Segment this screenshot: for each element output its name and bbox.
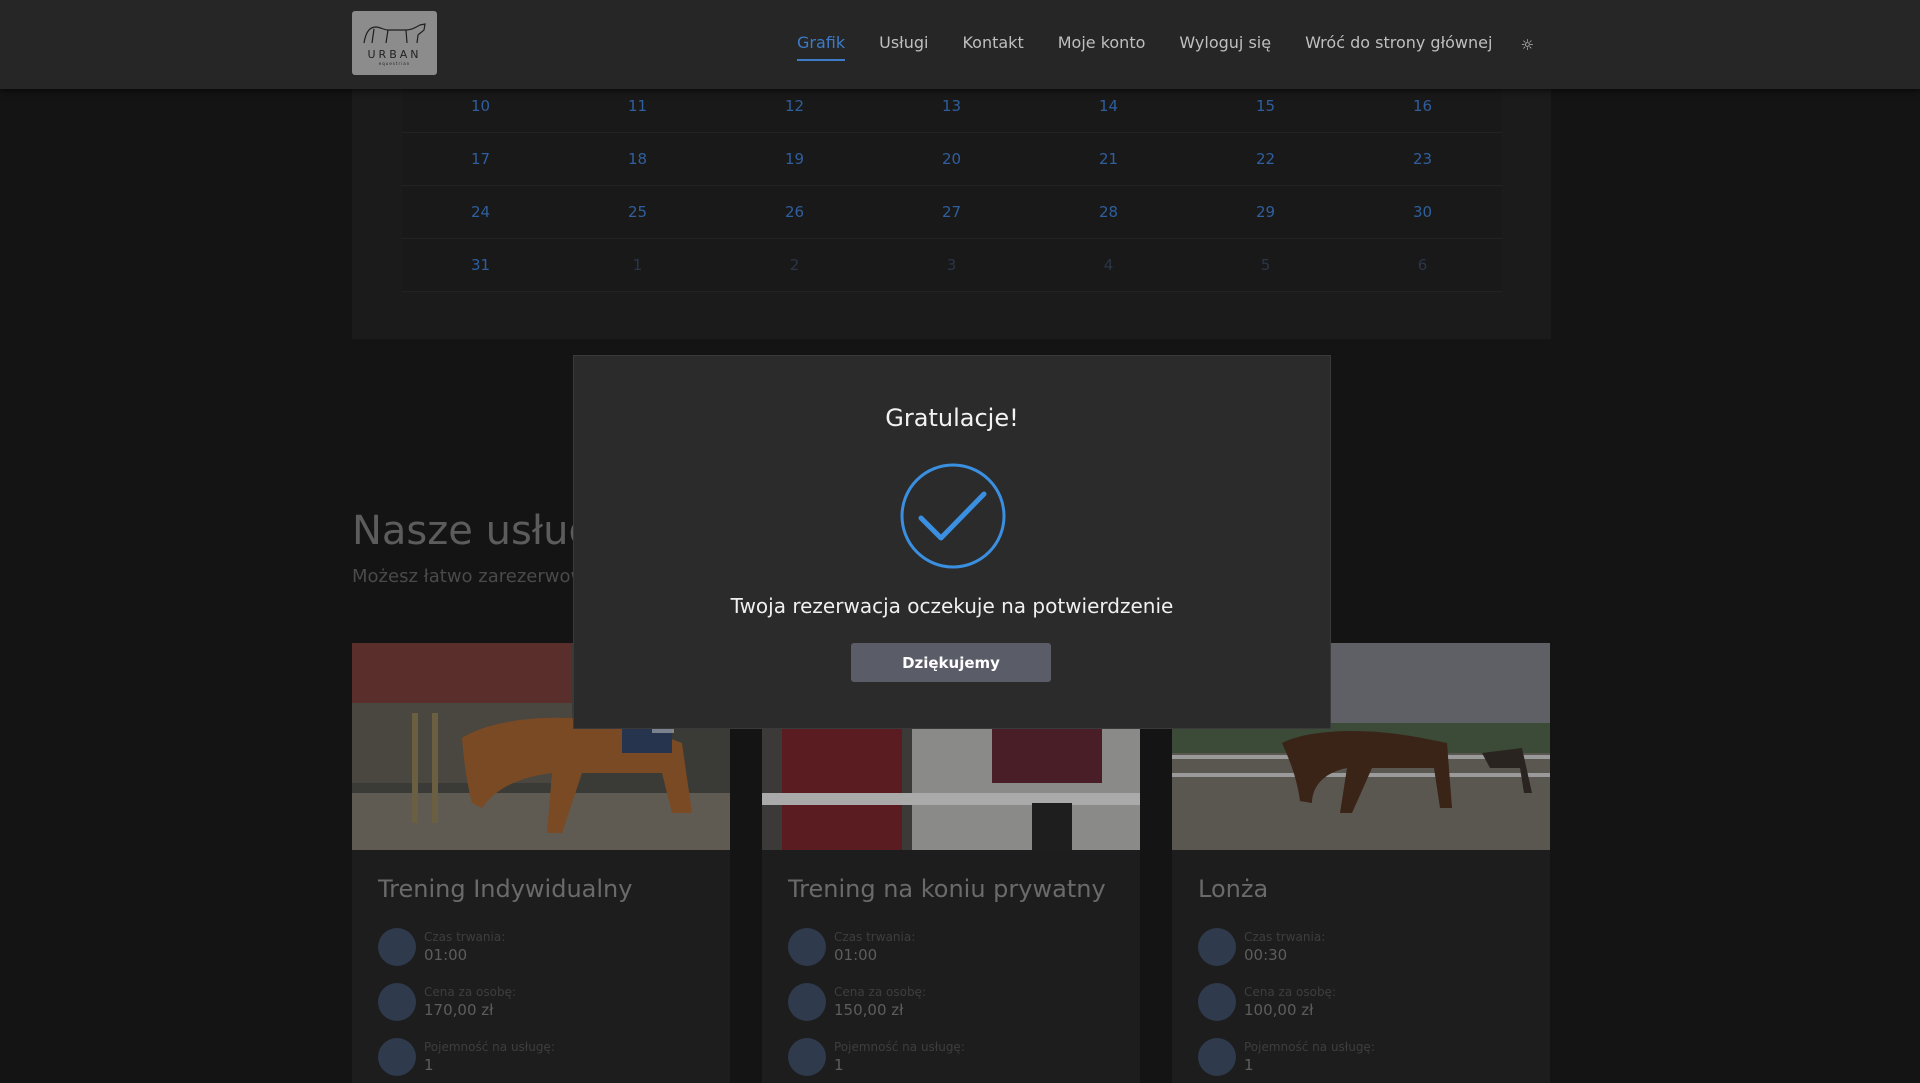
modal-message: Twoja rezerwacja oczekuje na potwierdzen… [730, 594, 1174, 618]
check-circle-icon [900, 463, 1006, 569]
thank-you-button[interactable]: Dziękujemy [851, 643, 1051, 682]
confirmation-modal: Gratulacje! Twoja rezerwacja oczekuje na… [573, 355, 1331, 729]
modal-title: Gratulacje! [885, 404, 1019, 432]
